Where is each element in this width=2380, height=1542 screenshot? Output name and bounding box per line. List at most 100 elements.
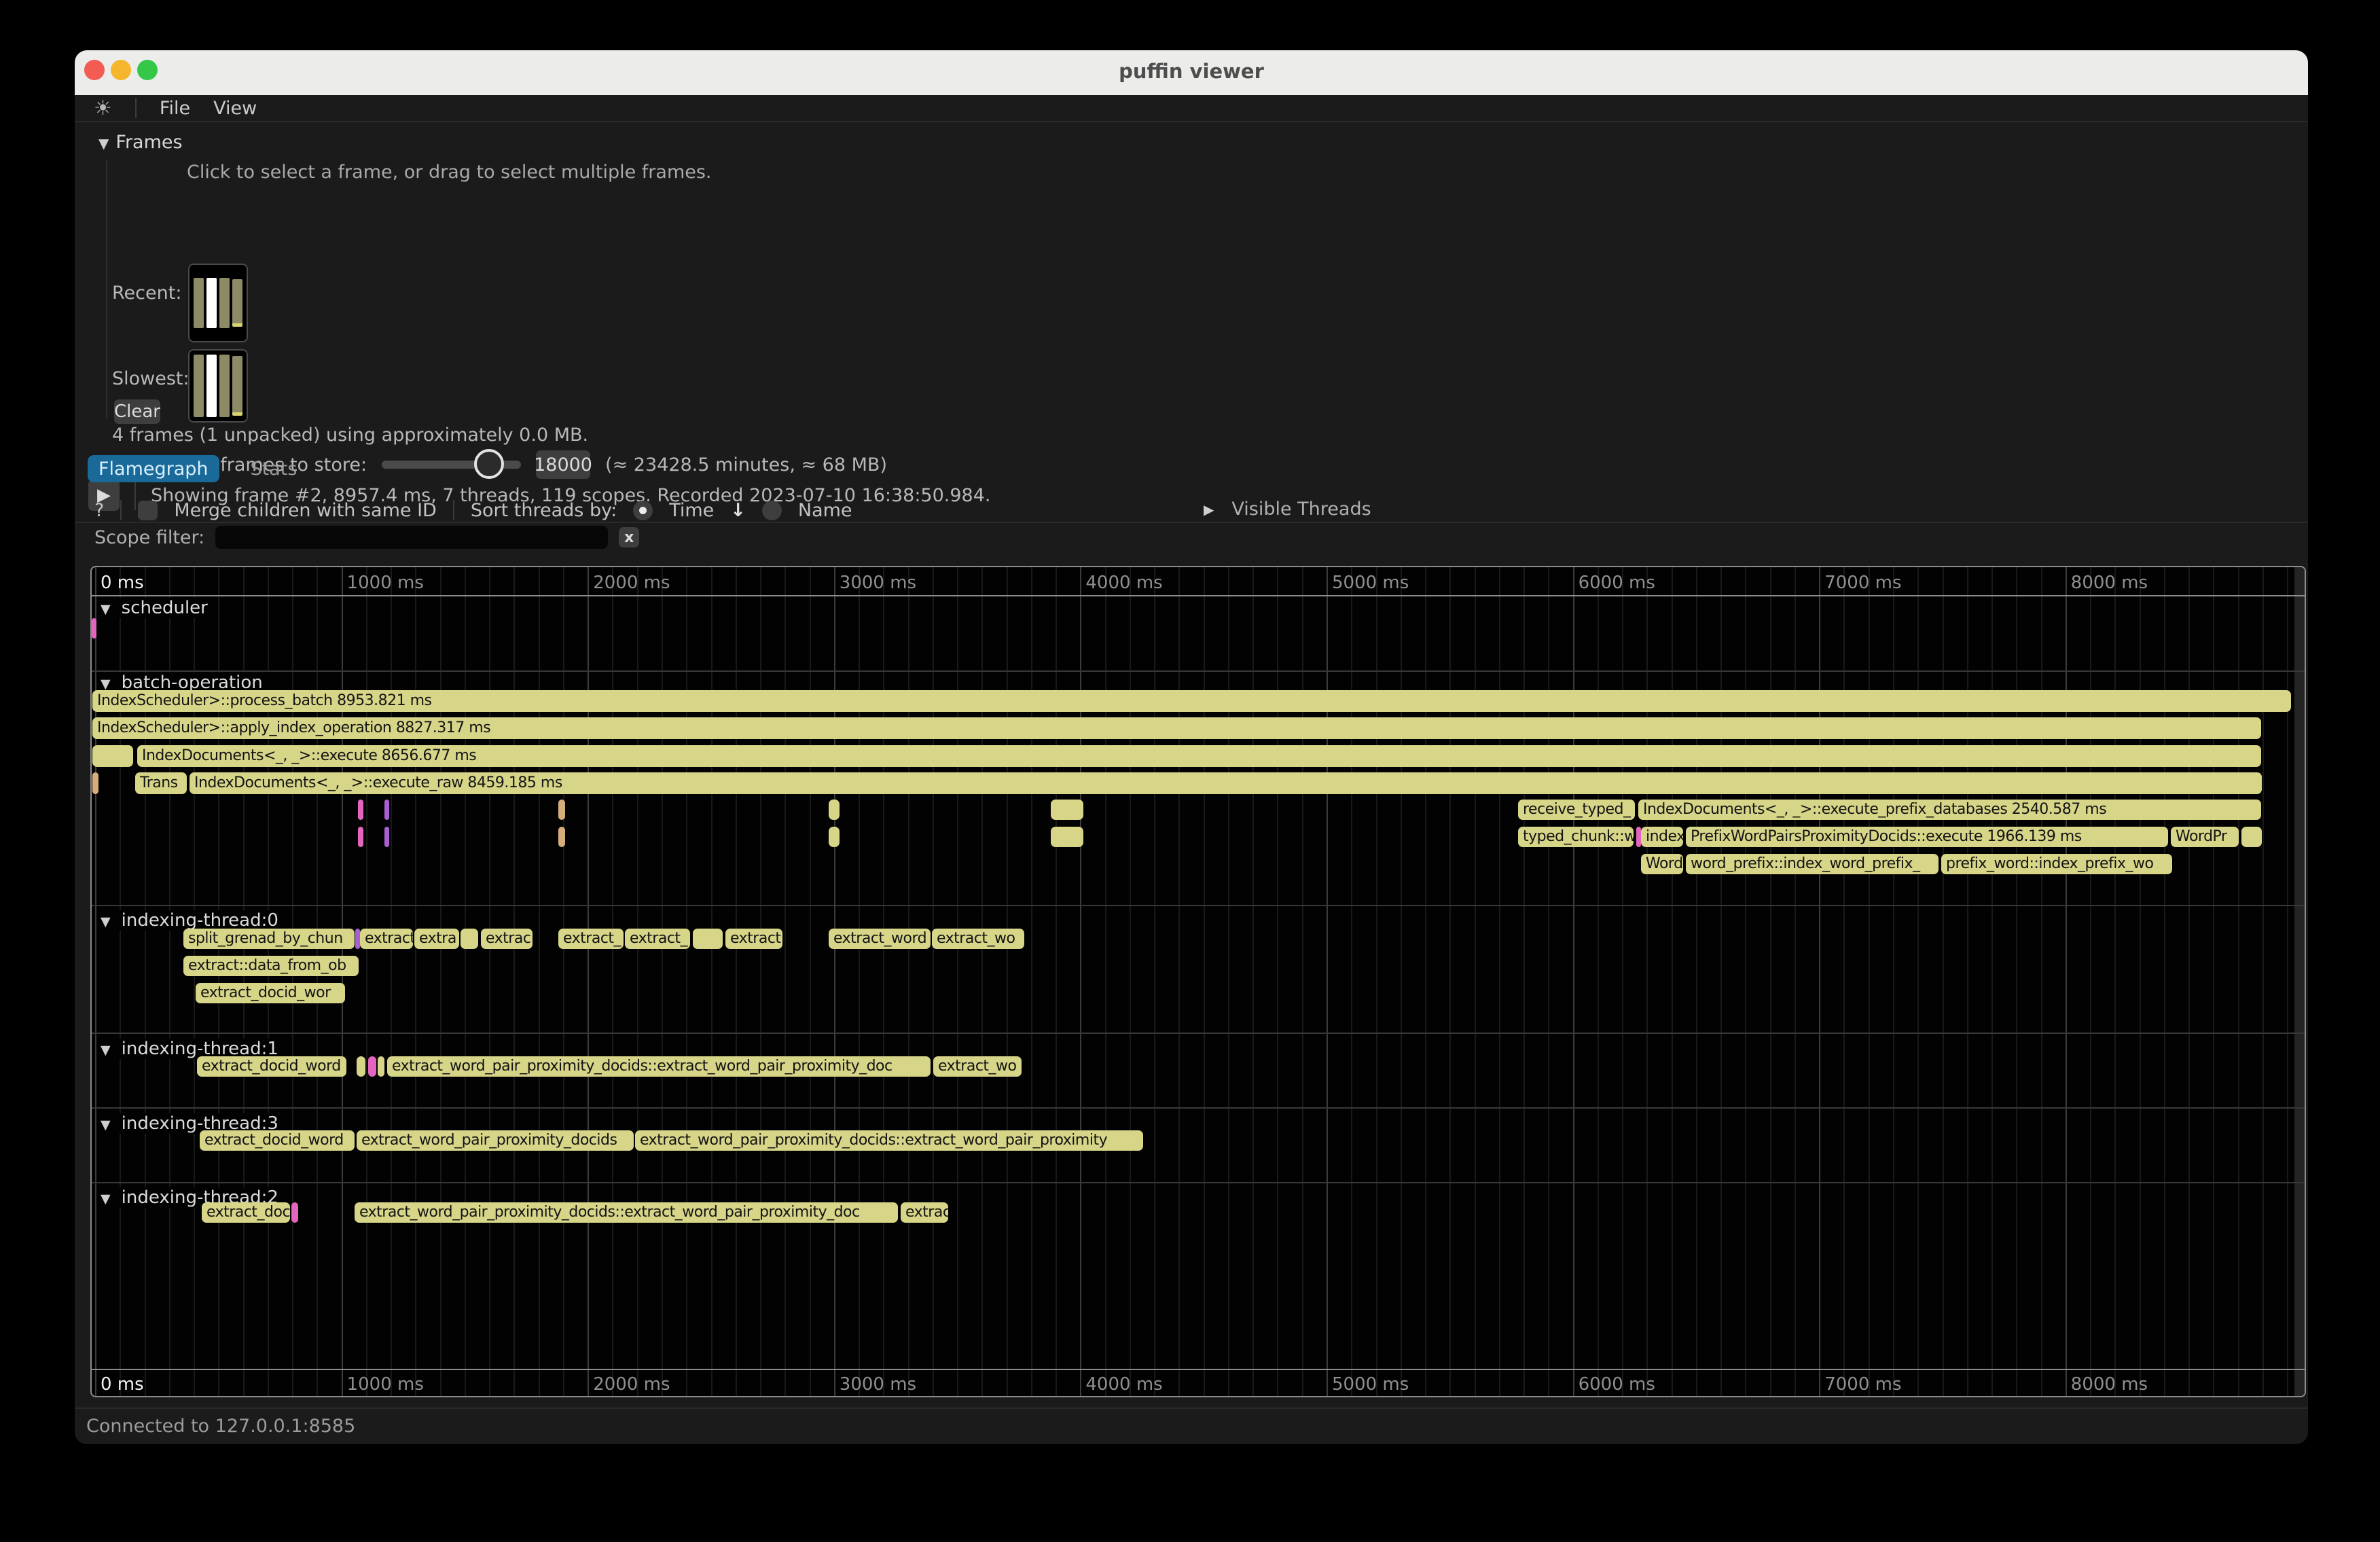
scope-bar[interactable] — [829, 827, 840, 847]
scope-bar[interactable]: extract_word_pair_proximity_docids — [357, 1130, 634, 1151]
tick-label: 4000 ms — [1085, 1374, 1162, 1395]
clear-frames-button[interactable]: Clear — [114, 399, 160, 424]
scope-bar[interactable] — [378, 1056, 384, 1077]
visible-threads-header[interactable]: ▶ Visible Threads — [1204, 499, 1371, 520]
scope-bar[interactable]: extract_doc — [202, 1202, 290, 1223]
recent-label: Recent: — [112, 283, 181, 304]
sort-by-name-radio[interactable] — [762, 501, 782, 520]
tick-label: 0 ms — [101, 573, 144, 593]
frame-bar-selected[interactable] — [206, 355, 217, 417]
slider-knob[interactable] — [474, 449, 504, 479]
merge-children-checkbox[interactable] — [138, 501, 158, 520]
connection-status: Connected to 127.0.0.1:8585 — [86, 1416, 355, 1437]
scope-bar[interactable] — [1051, 800, 1083, 820]
scope-bar[interactable] — [368, 1056, 376, 1077]
collapse-triangle-icon: ▼ — [98, 135, 109, 151]
scope-bar[interactable] — [1636, 827, 1641, 847]
frame-bar[interactable] — [232, 356, 242, 416]
scope-bar[interactable]: extract_wo — [933, 1056, 1022, 1077]
scope-bar[interactable]: extract_docid_word — [197, 1056, 346, 1077]
scope-bar[interactable] — [384, 827, 389, 847]
scope-bar[interactable] — [558, 827, 565, 847]
frame-bar[interactable] — [232, 279, 242, 327]
scope-bar[interactable] — [384, 800, 389, 820]
scope-bar[interactable]: extract_word_pair_proximity_docids::extr… — [355, 1202, 898, 1223]
frame-bar[interactable] — [219, 278, 230, 328]
scope-bar[interactable]: extract_word — [829, 929, 931, 949]
scope-bar[interactable]: index — [1641, 827, 1683, 847]
window-title: puffin viewer — [75, 60, 2308, 83]
menu-divider — [135, 98, 137, 118]
slowest-frames-thumbnail[interactable] — [188, 349, 248, 423]
scope-bar[interactable]: Word — [1641, 854, 1683, 874]
scope-bar[interactable]: extract — [725, 929, 782, 949]
clear-filter-button[interactable]: x — [619, 527, 639, 548]
thread-group-header[interactable]: ▼ indexing-thread:0 — [101, 910, 288, 931]
scope-bar[interactable] — [693, 929, 723, 949]
scope-bar[interactable] — [829, 800, 840, 820]
scope-bar[interactable]: extract_ — [625, 929, 690, 949]
frames-section-header[interactable]: ▼Frames — [98, 132, 183, 153]
scope-bar[interactable]: Trans — [135, 772, 187, 794]
menu-file[interactable]: File — [160, 98, 190, 119]
group-separator — [92, 670, 2305, 672]
frame-bar-selected[interactable] — [206, 278, 217, 328]
frame-bar[interactable] — [194, 278, 204, 328]
scope-bar[interactable] — [558, 800, 565, 820]
scope-bar[interactable]: receive_typed_ — [1518, 800, 1635, 820]
scope-bar[interactable]: typed_chunk::w — [1518, 827, 1634, 847]
scope-bar[interactable]: extract_docid_wor — [196, 983, 345, 1003]
scope-bar[interactable]: extract::data_from_ob — [183, 956, 359, 976]
scroll-strip[interactable] — [2294, 567, 2305, 1396]
scope-bar[interactable] — [355, 929, 360, 949]
scope-bar[interactable]: extract_word_pair_proximity_docids::extr… — [635, 1130, 1143, 1151]
scope-bar[interactable]: IndexDocuments<_, _>::execute_prefix_dat… — [1638, 800, 2261, 820]
scope-bar[interactable] — [92, 618, 96, 639]
scope-bar[interactable]: extract_ — [558, 929, 624, 949]
scope-bar[interactable]: PrefixWordPairsProximityDocids::execute … — [1686, 827, 2168, 847]
sort-by-time-radio[interactable] — [633, 501, 653, 520]
recent-frames-thumbnail[interactable] — [188, 264, 248, 342]
scope-filter-input[interactable] — [215, 526, 608, 549]
scope-bar[interactable]: extra — [414, 929, 459, 949]
scope-bar[interactable]: extract_wo — [932, 929, 1024, 949]
titlebar: puffin viewer — [75, 50, 2308, 95]
frame-bar[interactable] — [219, 355, 230, 417]
scope-bar[interactable]: IndexDocuments<_, _>::execute_raw 8459.1… — [190, 772, 2262, 794]
frame-bar[interactable] — [194, 355, 204, 417]
menu-view[interactable]: View — [213, 98, 257, 119]
collapse-triangle-icon: ▼ — [101, 677, 115, 692]
scope-bar[interactable]: split_grenad_by_chun — [183, 929, 355, 949]
scope-bar[interactable]: extract_docid_word — [200, 1130, 355, 1151]
frames-summary: 4 frames (1 unpacked) using approximatel… — [112, 425, 588, 446]
help-button[interactable]: ? — [94, 500, 104, 521]
scope-bar[interactable] — [1051, 827, 1083, 847]
scope-bar[interactable]: extract — [360, 929, 413, 949]
sort-direction-down-icon[interactable]: ↓ — [730, 500, 746, 521]
scope-bar[interactable] — [358, 800, 363, 820]
scope-bar[interactable]: word_prefix::index_word_prefix_ — [1686, 854, 1939, 874]
scope-bar[interactable] — [358, 827, 363, 847]
scope-bar[interactable] — [92, 745, 133, 767]
scope-bar[interactable] — [357, 1056, 365, 1077]
tick-label: 1000 ms — [347, 573, 424, 593]
scope-bar[interactable] — [2241, 827, 2262, 847]
theme-sun-icon[interactable]: ☀ — [94, 96, 112, 120]
max-frames-value[interactable]: 18000 — [536, 450, 590, 479]
scope-bar[interactable] — [291, 1202, 298, 1223]
flamegraph-canvas[interactable]: 0 ms0 ms1000 ms1000 ms2000 ms2000 ms3000… — [90, 566, 2306, 1397]
scope-bar[interactable]: extrac — [901, 1202, 948, 1223]
scope-bar[interactable]: IndexDocuments<_, _>::execute 8656.677 m… — [137, 745, 2261, 767]
scope-bar[interactable]: WordPr — [2171, 827, 2239, 847]
tab-flamegraph[interactable]: Flamegraph — [88, 455, 219, 482]
scope-bar[interactable] — [92, 772, 98, 794]
scope-bar[interactable] — [461, 929, 478, 949]
scope-bar[interactable]: prefix_word::index_prefix_wo — [1941, 854, 2172, 874]
scope-bar[interactable]: extract_word_pair_proximity_docids::extr… — [387, 1056, 931, 1077]
thread-group-header[interactable]: ▼ scheduler — [101, 598, 217, 618]
scope-bar[interactable]: IndexScheduler>::process_batch 8953.821 … — [92, 690, 2291, 712]
scope-bar[interactable]: IndexScheduler>::apply_index_operation 8… — [92, 717, 2261, 739]
tab-stats[interactable]: Stats — [240, 455, 308, 482]
max-frames-slider[interactable] — [382, 461, 521, 469]
scope-bar[interactable]: extrac — [481, 929, 533, 949]
